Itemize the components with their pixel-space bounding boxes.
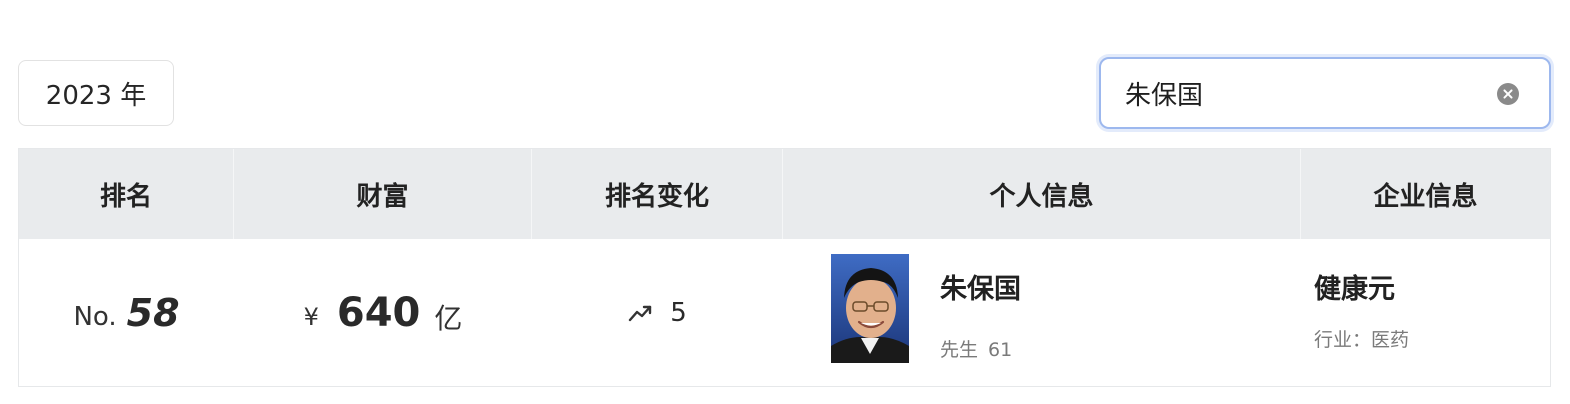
company-cell: 健康元 行业：医药 (1301, 239, 1550, 386)
header-company: 企业信息 (1373, 181, 1478, 212)
person-title: 先生 (940, 339, 979, 361)
clear-icon[interactable] (1497, 83, 1519, 105)
header-rank-change: 排名变化 (532, 149, 783, 239)
rank-change-value: 5 (670, 297, 687, 328)
rank-value: 58 (126, 290, 180, 335)
search-box[interactable] (1099, 57, 1551, 129)
wealth-unit: 亿 (434, 301, 463, 335)
search-input[interactable] (1101, 63, 1485, 123)
person-cell: 朱保国 先生 61 (783, 239, 1301, 386)
person-meta: 先生 61 (940, 335, 1012, 362)
rank-cell: No. 58 (19, 239, 234, 386)
header-wealth: 财富 (234, 149, 532, 239)
rich-list-page: 2023 年 排名 财富 排名变化 个人信息 企业信息 No. 58 ¥ 640… (0, 0, 1570, 404)
rank-change-cell: 5 (532, 239, 783, 386)
rich-list-table: 排名 财富 排名变化 个人信息 企业信息 No. 58 ¥ 640 亿 5 朱保… (18, 148, 1551, 387)
year-select[interactable]: 2023 年 (18, 60, 174, 126)
year-select-label: 2023 年 (45, 80, 147, 111)
table-row[interactable]: No. 58 ¥ 640 亿 5 朱保国 先生 61 健康元 行业：医药 (19, 239, 1550, 386)
wealth-value: 640 (336, 289, 421, 336)
header-person: 个人信息 (783, 149, 1301, 239)
currency-symbol: ¥ (303, 302, 319, 331)
person-age: 61 (988, 339, 1013, 361)
wealth-cell: ¥ 640 亿 (234, 239, 532, 386)
person-photo (831, 254, 909, 363)
table-header: 排名 财富 排名变化 个人信息 企业信息 (19, 149, 1550, 239)
trend-up-icon (629, 305, 652, 321)
rank-prefix: No. (73, 301, 117, 332)
person-name[interactable]: 朱保国 (940, 267, 1021, 306)
header-rank: 排名 (19, 149, 234, 239)
avatar[interactable] (831, 254, 909, 363)
company-industry: 行业：医药 (1314, 329, 1410, 351)
company-name[interactable]: 健康元 (1314, 267, 1395, 306)
